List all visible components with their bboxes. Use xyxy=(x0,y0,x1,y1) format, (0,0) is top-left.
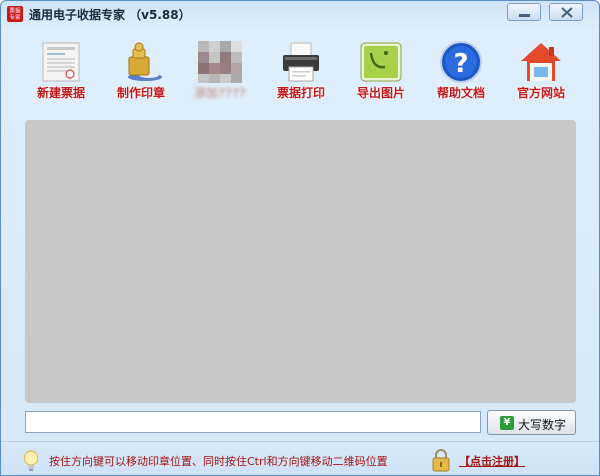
new-receipt-button[interactable]: 新建票据 xyxy=(23,39,95,103)
uppercase-number-button[interactable]: ¥ 大写数字 xyxy=(487,410,576,435)
image-icon xyxy=(360,42,402,82)
add-item-button[interactable]: 添加???? xyxy=(182,39,254,103)
export-image-button[interactable]: 导出图片 xyxy=(343,39,415,103)
register-link[interactable]: 【点击注册】 xyxy=(459,453,525,469)
window-title: 通用电子收据专家 （v5.88） xyxy=(29,8,191,22)
toolbar-label: 新建票据 xyxy=(36,86,85,100)
toolbar-label: 帮助文档 xyxy=(436,86,485,100)
toolbar-label: 制作印章 xyxy=(116,86,165,100)
amount-input[interactable] xyxy=(25,411,481,433)
toolbar-label: 导出图片 xyxy=(356,86,405,100)
title-bar[interactable]: 票据专家 通用电子收据专家 （v5.88） xyxy=(1,1,599,27)
yen-icon: ¥ xyxy=(500,416,514,430)
status-bar: 按住方向键可以移动印章位置、同时按住Ctrl和方向键移动二维码位置 【点击注册】 xyxy=(1,441,599,475)
app-window: 票据专家 通用电子收据专家 （v5.88） 新建票据 制作印章 添加???? 票… xyxy=(0,0,600,476)
lock-icon xyxy=(432,449,450,472)
stamp-icon xyxy=(128,42,162,81)
close-button[interactable] xyxy=(549,3,583,21)
document-icon xyxy=(42,42,80,82)
help-doc-button[interactable]: ? 帮助文档 xyxy=(423,39,495,103)
close-icon xyxy=(561,7,573,18)
official-site-button[interactable]: 官方网站 xyxy=(503,39,575,103)
help-icon: ? xyxy=(440,41,482,83)
minimize-button[interactable] xyxy=(507,3,541,21)
print-receipt-button[interactable]: 票据打印 xyxy=(263,39,335,103)
receipt-canvas[interactable] xyxy=(25,120,576,403)
toolbar-label: 票据打印 xyxy=(276,86,325,100)
toolbar: 新建票据 制作印章 添加???? 票据打印 导出图片 ? 帮助文档 官方网站 xyxy=(1,39,599,103)
toolbar-label: 官方网站 xyxy=(516,86,565,100)
app-logo-icon: 票据专家 xyxy=(7,6,23,22)
hint-text: 按住方向键可以移动印章位置、同时按住Ctrl和方向键移动二维码位置 xyxy=(49,455,388,468)
make-seal-button[interactable]: 制作印章 xyxy=(103,39,175,103)
uppercase-number-label: 大写数字 xyxy=(518,418,567,432)
toolbar-label: 添加???? xyxy=(194,86,246,100)
home-icon xyxy=(521,43,561,81)
minimize-icon xyxy=(519,14,530,17)
svg-text:?: ? xyxy=(453,49,468,79)
lightbulb-icon xyxy=(24,450,38,471)
pixelated-icon xyxy=(198,41,242,83)
printer-icon xyxy=(283,42,319,82)
